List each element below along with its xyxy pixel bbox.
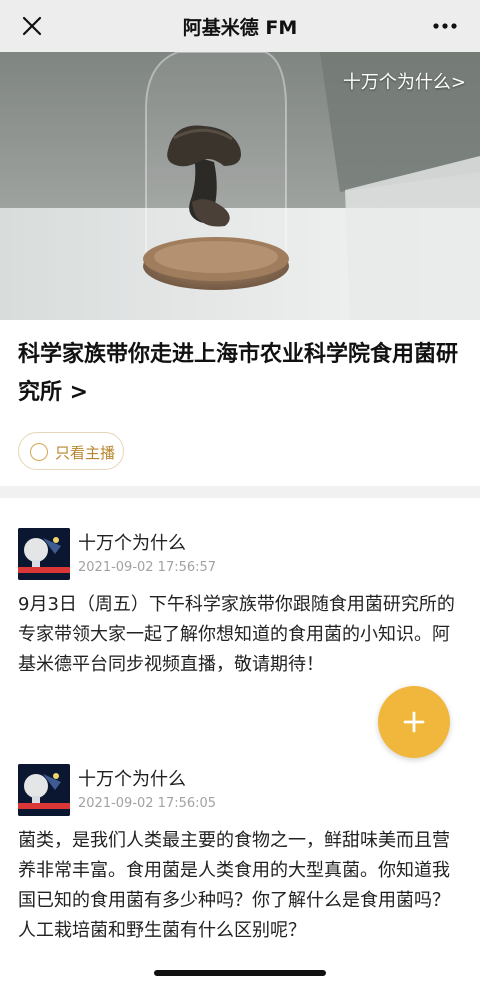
hero-topic-link[interactable]: 十万个为什么> xyxy=(343,68,466,94)
host-only-filter-button[interactable]: 只看主播 xyxy=(18,432,124,470)
post-time: 2021-09-02 17:56:57 xyxy=(78,560,217,575)
page-title: 阿基米德 FM xyxy=(182,17,298,39)
post-text: 9月3日（周五）下午科学家族带你跟随食用菌研究所的专家带领大家一起了解你想知道的… xyxy=(18,594,455,675)
post-text: 菌类，是我们人类最主要的食物之一，鲜甜味美而且营养非常丰富。食用菌是人类食用的大… xyxy=(18,830,450,941)
plus-icon xyxy=(403,711,425,733)
post-author: 十万个为什么 xyxy=(78,533,186,554)
avatar[interactable] xyxy=(18,764,70,816)
filter-label: 只看主播 xyxy=(55,444,116,462)
post-author: 十万个为什么 xyxy=(78,769,186,790)
add-button[interactable] xyxy=(378,686,450,758)
top-navigation-bar: 阿基米德 FM xyxy=(0,0,480,52)
radio-icon xyxy=(30,443,48,461)
post-time: 2021-09-02 17:56:05 xyxy=(78,796,217,811)
section-divider xyxy=(0,486,480,498)
home-indicator xyxy=(154,970,326,976)
article-headline[interactable]: 科学家族带你走进上海市农业科学院食用菌研究所 > xyxy=(18,336,464,412)
more-icon[interactable] xyxy=(432,22,458,30)
hero-image[interactable]: 十万个为什么> xyxy=(0,52,480,320)
avatar[interactable] xyxy=(18,528,70,580)
